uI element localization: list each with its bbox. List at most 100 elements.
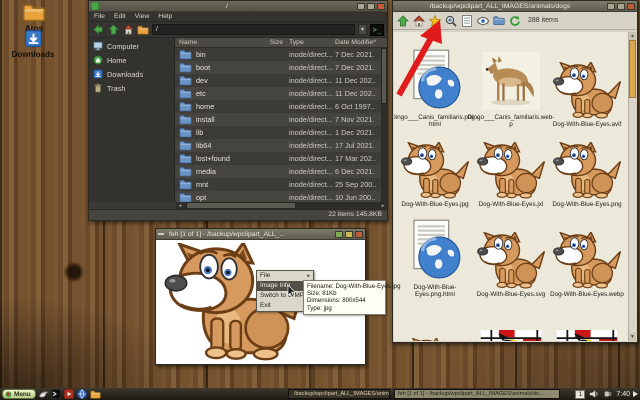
volume-icon[interactable] [588, 389, 599, 399]
file-row[interactable]: bininode/direct...7 Dec 2021. [175, 48, 387, 61]
tray-expand-icon[interactable] [633, 391, 638, 397]
up-icon[interactable] [107, 24, 119, 36]
thumbnail-item[interactable]: Dog-With-Blue-Eyes.jpg [397, 132, 473, 208]
file-row[interactable]: libinode/direct...1 Dec 2021. [175, 126, 387, 139]
items-count: 288 items [528, 17, 558, 24]
vertical-scrollbar[interactable] [381, 48, 387, 202]
show-hidden-eye-icon[interactable] [477, 15, 489, 27]
folder-icon [179, 62, 192, 73]
minimize-button[interactable] [607, 3, 615, 10]
home-icon[interactable] [122, 24, 134, 36]
path-dropdown-icon[interactable]: ▾ [358, 24, 367, 35]
thumbnail-item[interactable]: Dog-With-Blue-Eyes.webp [549, 212, 625, 298]
desktop-icon-downloads[interactable]: Downloads [2, 29, 64, 59]
menu-edit[interactable]: Edit [114, 13, 126, 20]
media-launcher-icon[interactable] [64, 389, 75, 399]
column-date[interactable]: Date Modifie^ [335, 39, 387, 46]
taskbar: Menu /backup/wpclipart_ALL_IMAGES/animal… [0, 388, 640, 400]
window-title: feh [1 of 1] - /backup/wpclipart_ALL_... [166, 231, 333, 238]
downloads-icon [93, 69, 103, 79]
title-bar[interactable]: / [89, 1, 387, 12]
close-button[interactable] [355, 231, 363, 238]
maximize-button[interactable] [367, 3, 375, 10]
browser-launcher-icon[interactable] [77, 389, 88, 399]
thumbnail-item[interactable]: Dog-With-Blue-Eyes.avif [549, 36, 625, 128]
thumbnail-item[interactable]: Dog-With-Blue-Eyes.jxl [473, 132, 549, 208]
file-manager-window-dark: / File Edit View Help ▾ >_ Computer [88, 0, 388, 221]
horizontal-scrollbar[interactable]: ◂ ▸ [176, 202, 387, 209]
sidebar-item-computer[interactable]: Computer [89, 39, 174, 53]
close-button[interactable] [377, 3, 385, 10]
thumbnail-item[interactable] [397, 302, 473, 341]
cartoon-dog-image [553, 142, 621, 199]
file-row[interactable]: mntinode/direct...25 Sep 200.. [175, 178, 387, 191]
cartoon-dog-image [553, 232, 621, 289]
thumbnail-item[interactable]: Dog-With-Blue-Eyes.svg [473, 212, 549, 298]
column-size[interactable]: Size [247, 39, 289, 46]
terminal-launcher-icon[interactable] [51, 389, 62, 399]
list-view-icon[interactable] [461, 15, 473, 27]
file-row[interactable]: lost+foundinode/direct...17 Mar 202.. [175, 152, 387, 165]
dove-launcher-icon[interactable] [38, 389, 49, 399]
minimize-button[interactable] [357, 3, 365, 10]
close-button[interactable] [627, 3, 635, 10]
sidebar-item-trash[interactable]: Trash [89, 81, 174, 95]
taskbar-task-file-manager[interactable]: /backup/wpclipart_ALL_IMAGES/animals/dog… [288, 389, 390, 399]
window-title: / [99, 3, 355, 10]
menu-view[interactable]: View [135, 13, 150, 20]
maximize-button[interactable] [345, 231, 353, 238]
thumbnail-item[interactable] [473, 302, 549, 341]
folder-icon [179, 140, 192, 151]
file-row[interactable]: bootinode/direct...7 Dec 2021. [175, 61, 387, 74]
system-tray: 1 7:40 [575, 389, 638, 399]
html-file-icon [404, 218, 466, 282]
title-bar[interactable]: /backup/wpclipart_ALL_IMAGES/animals/dog… [393, 1, 637, 12]
minimize-button[interactable] [335, 231, 343, 238]
mouse-cursor [287, 285, 296, 297]
sidebar-item-downloads[interactable]: Downloads [89, 67, 174, 81]
window-menu-icon[interactable] [158, 233, 164, 235]
cartoon-dog-image [553, 62, 621, 119]
column-name[interactable]: Name [175, 39, 247, 46]
file-row[interactable]: homeinode/direct...6 Oct 1997.. [175, 100, 387, 113]
vertical-scrollbar[interactable]: ▲ ▼ [628, 32, 636, 341]
thumbnail-item[interactable]: Dingo___Canis_familiaris.web-p [473, 36, 549, 128]
downloads-icon [2, 29, 64, 48]
scroll-up-icon[interactable]: ▲ [629, 32, 636, 40]
back-icon[interactable] [92, 24, 104, 36]
file-row[interactable]: etcinode/direct...11 Dec 202.. [175, 87, 387, 100]
folder-icon[interactable] [493, 15, 505, 27]
workspace-pager[interactable]: 1 [575, 390, 585, 399]
scroll-down-icon[interactable]: ▼ [629, 333, 636, 341]
menu-help[interactable]: Help [158, 13, 172, 20]
file-row[interactable]: mediainode/direct...6 Dec 2021. [175, 165, 387, 178]
computer-icon [93, 41, 103, 51]
file-row[interactable]: optinode/direct...10 Jun 200.. [175, 191, 387, 202]
title-bar[interactable]: feh [1 of 1] - /backup/wpclipart_ALL_... [156, 229, 365, 240]
power-plug-icon[interactable] [602, 389, 613, 399]
menu-file[interactable]: File [94, 13, 105, 20]
folder-icon [179, 179, 192, 190]
taskbar-task-feh[interactable]: feh [1 of 1] - /backup/wpclipart_ALL_IMA… [394, 389, 560, 399]
new-folder-icon[interactable] [137, 24, 149, 36]
file-row[interactable]: devinode/direct...11 Dec 202.. [175, 74, 387, 87]
thumbnail-item[interactable] [549, 302, 625, 341]
file-row[interactable]: lib64inode/direct...17 Jul 2021. [175, 139, 387, 152]
thumbnail-item[interactable]: Dog-With-Blue-Eyes.png.html [397, 212, 473, 298]
thumbnail-label: Dog-With-Blue-Eyes.png [552, 201, 621, 208]
sidebar-item-home[interactable]: Home [89, 53, 174, 67]
maximize-button[interactable] [617, 3, 625, 10]
thumbnail-item[interactable]: Dog-With-Blue-Eyes.png [549, 132, 625, 208]
refresh-icon[interactable] [509, 15, 521, 27]
files-launcher-icon[interactable] [90, 389, 101, 399]
folder-icon [179, 153, 192, 164]
terminal-icon[interactable]: >_ [370, 24, 384, 36]
column-type[interactable]: Type [289, 39, 335, 46]
file-row[interactable]: installinode/direct...7 Nov 2021. [175, 113, 387, 126]
scroll-right-icon[interactable]: ▸ [379, 203, 387, 209]
scroll-left-icon[interactable]: ◂ [176, 203, 184, 209]
folder-icon [179, 75, 192, 86]
path-input[interactable] [152, 24, 355, 35]
column-headers: Name Size Type Date Modifie^ [175, 38, 387, 48]
start-menu-button[interactable]: Menu [2, 389, 36, 399]
